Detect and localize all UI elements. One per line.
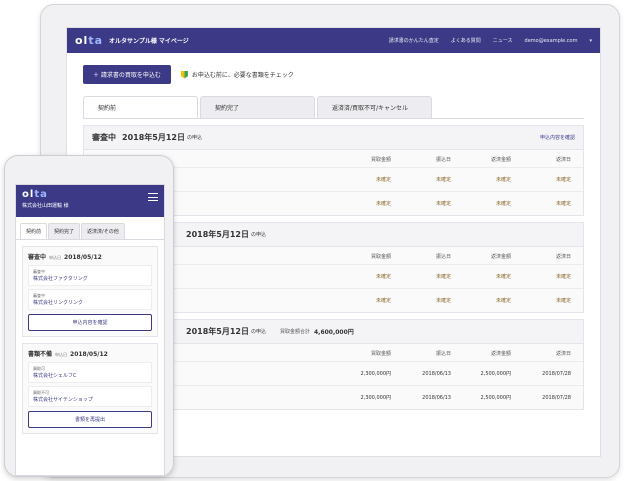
cell: 2018/07/28 <box>542 370 571 377</box>
col-purchase-amount: 買取金額 <box>370 254 391 260</box>
tab-before-contract[interactable]: 契約前 <box>83 96 198 118</box>
field-value: 株式会社リンクリンク <box>33 300 84 306</box>
cell: 未確定 <box>555 274 571 280</box>
hamburger-menu-icon[interactable] <box>148 193 158 201</box>
cell: 未確定 <box>375 177 391 183</box>
status-label: 審査中 <box>28 254 47 261</box>
cell: 未確定 <box>435 177 451 183</box>
confirm-application-button[interactable]: 申込内容を確認 <box>28 314 152 331</box>
apply-invoice-button[interactable]: ＋ 請求書の買取を申込む <box>83 65 171 84</box>
cell: 2018/06/13 <box>422 370 451 377</box>
olta-logo[interactable]: olta <box>75 34 103 47</box>
chevron-down-icon[interactable]: ▾ <box>589 38 592 44</box>
cell: 未確定 <box>375 298 391 304</box>
top-nav-links: 請求書のかんたん査定 よくある質問 ニュース demo@example.com … <box>389 37 592 45</box>
application-date: 2018/05/12 <box>70 351 108 358</box>
status-label: 書類不備 <box>28 351 53 358</box>
field-value: 株式会社シェルフC <box>33 373 77 379</box>
tab-divider <box>83 118 584 119</box>
application-date: 2018年5月12日 <box>122 133 185 142</box>
col-repay-amount: 返済金額 <box>490 254 511 260</box>
col-repay-date: 返済日 <box>555 157 571 163</box>
list-item: 審査中 株式会社ファクタリング <box>28 265 152 286</box>
cell: 未確定 <box>495 201 511 207</box>
resubmit-documents-button[interactable]: 書類を再提出 <box>28 411 152 428</box>
document-check-hint[interactable]: お申込む前に、必要な書類をチェック <box>180 70 294 79</box>
cell: 2,500,000円 <box>480 371 511 377</box>
mobile-application-card: 審査中 申込日 2018/05/12 審査中 株式会社ファクタリング 審査中 株… <box>22 246 158 337</box>
col-transfer-date: 振込日 <box>435 254 451 260</box>
nav-link-news[interactable]: ニュース <box>493 37 513 44</box>
cell: 未確定 <box>555 298 571 304</box>
cell: 2018/06/13 <box>422 394 451 401</box>
top-nav-bar: olta オルタサンプル様 マイページ 請求書のかんたん査定 よくある質問 ニュ… <box>67 28 600 53</box>
field-value: 株式会社サイテンショップ <box>33 397 93 403</box>
cell: 未確定 <box>495 177 511 183</box>
col-repay-date: 返済日 <box>555 254 571 260</box>
nav-link-faq[interactable]: よくある質問 <box>451 37 481 44</box>
date-suffix: の申込 <box>250 232 266 238</box>
action-row: ＋ 請求書の買取を申込む お申込む前に、必要な書類をチェック <box>67 53 600 84</box>
date-label: 申込日 <box>49 255 62 260</box>
company-name: 株式会社山田運輸 様 <box>22 203 69 209</box>
col-repay-date: 返済日 <box>555 351 571 357</box>
cell: 未確定 <box>495 274 511 280</box>
olta-logo[interactable]: olta <box>22 189 158 200</box>
cell: 未確定 <box>435 201 451 207</box>
card-header: 書類不備 申込日 2018/05/12 <box>28 349 152 358</box>
col-repay-amount: 返済金額 <box>490 157 511 163</box>
card-header: 審査中 申込日 2018/05/12 <box>28 252 152 261</box>
list-item: 審査中 株式会社リンクリンク <box>28 289 152 310</box>
cell: 未確定 <box>495 298 511 304</box>
col-transfer-date: 振込日 <box>435 351 451 357</box>
beginner-mark-icon <box>180 70 188 79</box>
cell: 2,300,000円 <box>360 395 391 401</box>
application-date: 2018年5月12日 <box>186 327 249 336</box>
nav-link-quick-assessment[interactable]: 請求書のかんたん査定 <box>389 37 439 44</box>
tab-contract-complete[interactable]: 契約完了 <box>48 223 81 239</box>
hint-text[interactable]: お申込む前に、必要な書類をチェック <box>192 70 294 79</box>
application-date: 2018年5月12日 <box>186 230 249 239</box>
confirm-application-link[interactable]: 申込内容を確認 <box>540 134 575 141</box>
status-tabs: 契約前 契約完了 返済済/買取不可/キャンセル <box>67 96 600 118</box>
tab-repaid-other[interactable]: 返済済/その他 <box>81 223 125 239</box>
site-title: オルタサンプル様 マイページ <box>109 38 189 45</box>
mobile-header: olta 株式会社山田運輸 様 <box>16 185 164 217</box>
card-header: 審査中 2018年5月12日 の申込 申込内容を確認 <box>84 126 583 150</box>
cell: 未確定 <box>555 177 571 183</box>
date-label: 申込日 <box>55 352 68 357</box>
cell: 2,300,000円 <box>360 371 391 377</box>
status-label: 審査中 <box>92 133 116 142</box>
date-suffix: の申込 <box>186 135 202 141</box>
col-purchase-amount: 買取金額 <box>370 351 391 357</box>
col-transfer-date: 振込日 <box>435 157 451 163</box>
mobile-application-card: 書類不備 申込日 2018/05/12 買取可 株式会社シェルフC 買取不可 株… <box>22 343 158 434</box>
cell: 未確定 <box>435 298 451 304</box>
field-value: 株式会社ファクタリング <box>33 276 88 282</box>
phone-device: olta 株式会社山田運輸 様 契約前 契約完了 返済済/その他 審査中 申込日… <box>4 155 174 477</box>
total-amount-value: 4,600,000円 <box>314 329 354 336</box>
list-item: 買取不可 株式会社サイテンショップ <box>28 386 152 407</box>
tab-repaid-cancelled[interactable]: 返済済/買取不可/キャンセル <box>317 96 432 118</box>
mobile-status-tabs: 契約前 契約完了 返済済/その他 <box>16 217 164 240</box>
col-repay-amount: 返済金額 <box>490 351 511 357</box>
cell: 未確定 <box>555 201 571 207</box>
tab-before-contract[interactable]: 契約前 <box>20 223 48 239</box>
total-amount-label: 買取金額合計 <box>279 329 310 335</box>
col-purchase-amount: 買取金額 <box>370 157 391 163</box>
mobile-screen: olta 株式会社山田運輸 様 契約前 契約完了 返済済/その他 審査中 申込日… <box>15 184 165 476</box>
tab-contract-complete[interactable]: 契約完了 <box>200 96 315 118</box>
user-email[interactable]: demo@example.com <box>525 38 578 44</box>
cell: 2,500,000円 <box>480 395 511 401</box>
cell: 未確定 <box>375 274 391 280</box>
application-date: 2018/05/12 <box>64 254 102 261</box>
cell: 未確定 <box>435 274 451 280</box>
cell: 未確定 <box>375 201 391 207</box>
list-item: 買取可 株式会社シェルフC <box>28 362 152 383</box>
cell: 2018/07/28 <box>542 394 571 401</box>
date-suffix: の申込 <box>250 329 266 335</box>
